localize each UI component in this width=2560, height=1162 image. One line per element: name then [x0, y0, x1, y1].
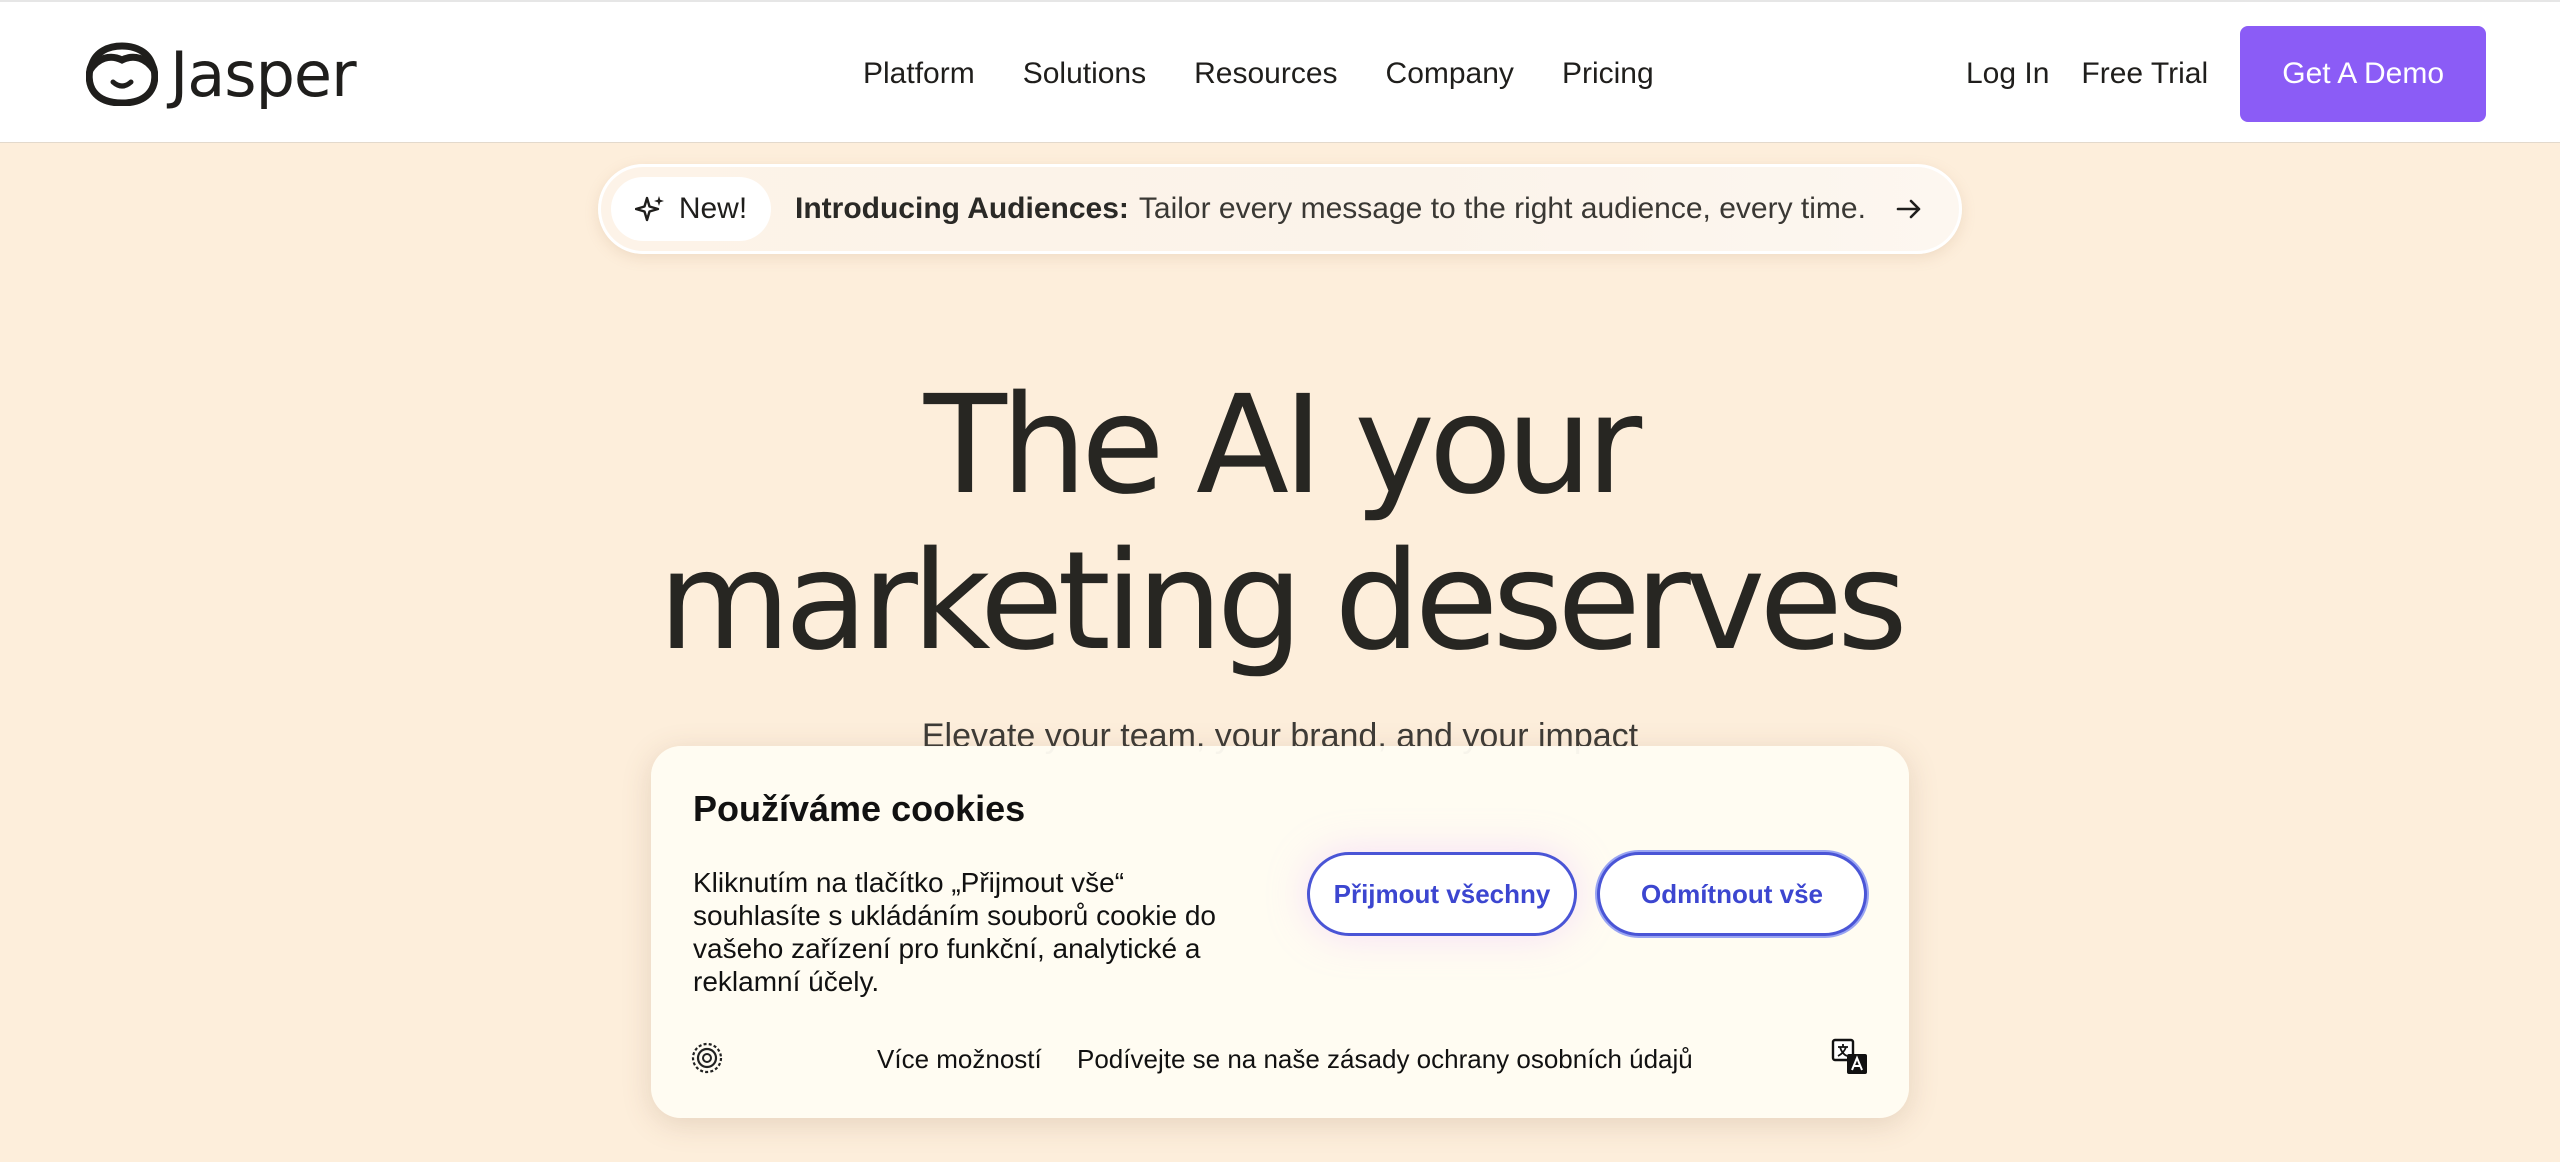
cookie-banner: Používáme cookies Kliknutím na tlačítko … — [651, 746, 1909, 1118]
new-badge-label: New! — [678, 192, 748, 225]
jasper-logo[interactable]: Jasper — [86, 37, 357, 111]
announcement-banner[interactable]: New! Introducing Audiences: Tailor every… — [598, 164, 1962, 254]
get-demo-button[interactable]: Get A Demo — [2240, 26, 2487, 122]
hero-title-line-2: marketing deserves — [658, 523, 1908, 681]
announcement-text: Tailor every message to the right audien… — [1138, 192, 1866, 225]
translate-icon[interactable] — [1831, 1038, 1869, 1076]
sparkle-icon — [634, 196, 664, 222]
nav-company[interactable]: Company — [1386, 57, 1514, 91]
new-badge: New! — [611, 177, 771, 241]
hero-title: The AI your marketing deserves — [0, 368, 2560, 680]
login-link[interactable]: Log In — [1966, 57, 2049, 91]
announcement-title: Introducing Audiences: — [795, 192, 1129, 225]
nav-platform[interactable]: Platform — [863, 57, 975, 91]
cookie-title: Používáme cookies — [693, 788, 1026, 829]
arrow-right-icon — [1896, 199, 1921, 219]
privacy-policy-link[interactable]: Podívejte se na naše zásady ochrany osob… — [1077, 1044, 1693, 1075]
cookie-description: Kliknutím na tlačítko „Přijmout vše“ sou… — [693, 867, 1216, 997]
cookie-settings-icon[interactable] — [689, 1040, 725, 1076]
nav-resources[interactable]: Resources — [1194, 57, 1337, 91]
nav-pricing[interactable]: Pricing — [1562, 57, 1654, 91]
header-actions: Log In Free Trial Get A Demo — [1966, 26, 2487, 122]
site-header: Jasper Platform Solutions Resources Comp… — [0, 0, 2560, 143]
logo-text: Jasper — [170, 37, 357, 111]
main-nav: Platform Solutions Resources Company Pri… — [863, 52, 1654, 96]
nav-solutions[interactable]: Solutions — [1023, 57, 1146, 91]
more-options-link[interactable]: Více možností — [877, 1044, 1042, 1075]
free-trial-link[interactable]: Free Trial — [2081, 57, 2208, 91]
reject-all-button[interactable]: Odmítnout vše — [1597, 852, 1867, 936]
jasper-logo-icon — [86, 42, 158, 106]
accept-all-button[interactable]: Přijmout všechny — [1307, 852, 1577, 936]
hero-title-line-1: The AI your — [923, 367, 1642, 525]
